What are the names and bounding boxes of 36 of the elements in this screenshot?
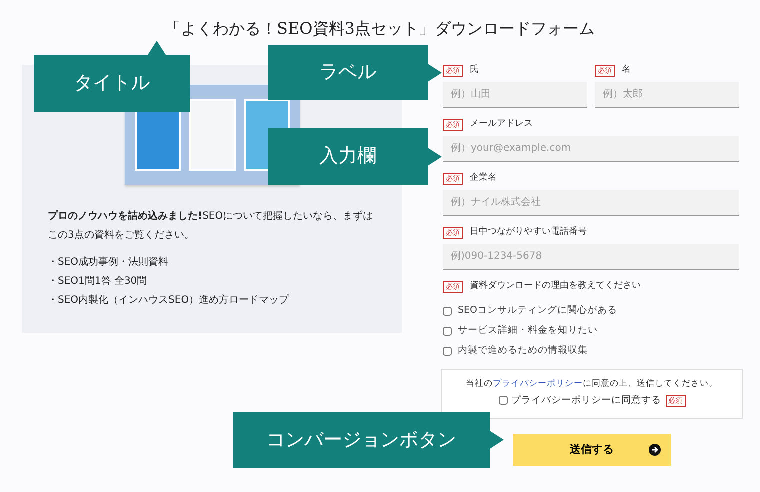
input-field[interactable]: 例）山田 <box>443 82 587 108</box>
callout-label: タイトル <box>34 55 190 112</box>
input-field[interactable]: 例）太郎 <box>595 82 739 108</box>
checkbox-label: SEOコンサルティングに関心がある <box>458 304 618 318</box>
field-label: 資料ダウンロードの理由を教えてください <box>470 280 641 294</box>
field-label: 氏 <box>470 64 479 78</box>
material-list-item: ・SEO内製化（インハウスSEO）進め方ロードマップ <box>48 294 290 308</box>
callout-label: 入力欄 <box>268 128 428 185</box>
checkbox[interactable] <box>443 346 452 356</box>
checkbox-label: プライバシーポリシーに同意する <box>512 394 662 408</box>
input-field[interactable]: 例）your@example.com <box>443 136 739 162</box>
field-label: 名 <box>622 64 631 78</box>
privacy-notice: 当社のプライバシーポリシーに同意の上、送信してください。 <box>465 378 719 391</box>
input-field[interactable]: 例）ナイル株式会社 <box>443 190 739 216</box>
checkbox-label: 内製で進めるための情報収集 <box>458 344 588 358</box>
callout-pointer <box>428 148 442 166</box>
field-label: 企業名 <box>470 172 497 186</box>
material-list-item: ・SEO1問1答 全30問 <box>48 275 148 289</box>
callout-pointer <box>428 64 442 82</box>
intro-text: プロのノウハウを詰め込みました!SEOについて把握したいなら、まずはこの3点の資料をご覧ください。 <box>48 209 374 243</box>
field-label: 日中つながりやすい電話番号 <box>470 226 587 240</box>
callout-pointer <box>490 431 504 449</box>
material-list-item: ・SEO成功事例・法則資料 <box>48 256 170 270</box>
callout-pointer <box>148 41 166 55</box>
callout-label: ラベル <box>268 45 428 100</box>
checkbox[interactable] <box>443 326 452 336</box>
arrow-circle-icon <box>649 444 661 456</box>
checkbox[interactable] <box>443 306 452 316</box>
checkbox-label: サービス詳細・料金を知りたい <box>458 324 598 338</box>
form-title: 「よくわかる！SEO資料3点セット」ダウンロードフォーム <box>165 18 595 40</box>
privacy-policy-link[interactable]: プライバシーポリシー <box>493 379 583 389</box>
input-field[interactable]: 例)090-1234-5678 <box>443 244 739 270</box>
submit-button[interactable]: 送信する <box>513 434 671 466</box>
field-label: メールアドレス <box>470 118 533 132</box>
callout-label: コンバージョンボタン <box>233 412 490 468</box>
checkbox[interactable] <box>498 396 508 406</box>
